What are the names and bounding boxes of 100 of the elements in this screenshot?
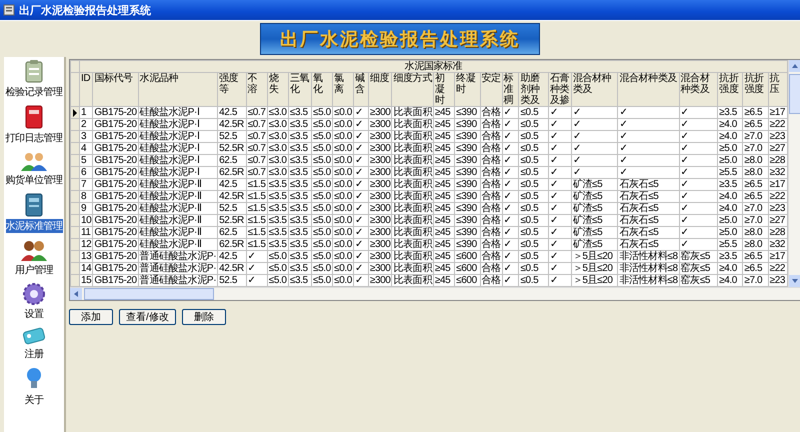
table-cell: 硅酸盐水泥P·Ⅱ xyxy=(138,202,218,214)
sidebar-item[interactable]: 打印日志管理 xyxy=(6,131,62,145)
table-cell: ≥4.0 xyxy=(718,202,743,214)
table-cell: ≤3.5 xyxy=(288,250,312,262)
table-cell: GB175-20 xyxy=(92,202,138,214)
column-header[interactable]: 终凝时 xyxy=(454,72,480,106)
column-header[interactable]: 细度 xyxy=(368,72,392,106)
people-icon[interactable] xyxy=(20,151,48,171)
table-cell: ✓ xyxy=(354,166,368,178)
table-cell: 石灰石≤5 xyxy=(618,202,680,214)
table-cell: ✓ xyxy=(502,190,519,202)
scroll-down-icon[interactable] xyxy=(789,275,800,287)
table-cell: ≥300 xyxy=(368,262,392,274)
sidebar-item[interactable]: 用户管理 xyxy=(15,263,53,277)
scroll-up-icon[interactable] xyxy=(789,60,800,72)
column-header[interactable]: 氯离 xyxy=(332,72,354,106)
table-cell: 硅酸盐水泥P·Ⅱ xyxy=(138,190,218,202)
column-header[interactable]: 混合材种类及 xyxy=(571,72,618,106)
table-cell: ≥45 xyxy=(433,214,455,226)
column-header[interactable]: 助磨剂种类及 xyxy=(518,72,548,106)
table-cell: ✓ xyxy=(502,154,519,166)
table-cell: ✓ xyxy=(618,154,680,166)
column-header[interactable]: 水泥品种 xyxy=(138,72,218,106)
column-header[interactable]: 混合材种类及 xyxy=(618,72,680,106)
table-cell: ✓ xyxy=(548,154,572,166)
action-button[interactable]: 删除 xyxy=(182,309,226,325)
action-button[interactable]: 添加 xyxy=(69,309,113,325)
table-cell: ＞5且≤20 xyxy=(571,250,618,262)
column-header[interactable]: 混合材种类及 xyxy=(679,72,718,106)
table-cell: ✓ xyxy=(502,106,519,118)
column-header[interactable]: 不溶 xyxy=(246,72,268,106)
table-cell: 12 xyxy=(80,238,93,250)
table-cell: ≤0.5 xyxy=(518,178,548,190)
horizontal-scrollbar[interactable] xyxy=(70,287,800,300)
table-cell: ✓ xyxy=(618,130,680,142)
scroll-thumb[interactable] xyxy=(789,74,800,114)
book-icon[interactable] xyxy=(25,105,43,129)
column-header[interactable]: 安定 xyxy=(480,72,502,106)
scroll-left-icon[interactable] xyxy=(70,288,82,300)
sidebar-item[interactable]: 购货单位管理 xyxy=(6,173,62,187)
table-cell: 7 xyxy=(80,178,93,190)
table-cell: ≤5.0 xyxy=(312,106,333,118)
table-cell: ✓ xyxy=(548,106,572,118)
table-cell: ✓ xyxy=(502,142,519,154)
table-cell: ≥45 xyxy=(433,166,455,178)
table-cell: ≥7.0 xyxy=(742,130,768,142)
table-cell: ✓ xyxy=(548,202,572,214)
column-header[interactable]: 细度方式 xyxy=(392,72,434,106)
vertical-scrollbar[interactable] xyxy=(788,60,800,287)
table-cell: ✓ xyxy=(502,166,519,178)
column-header[interactable]: 强度等 xyxy=(218,72,246,106)
column-header[interactable]: 国标代号 xyxy=(92,72,138,106)
lightbulb-icon[interactable] xyxy=(26,367,42,391)
column-header[interactable]: 氧化 xyxy=(312,72,333,106)
row-header[interactable] xyxy=(70,106,80,118)
table-cell: 非活性材料≤8 xyxy=(618,250,680,262)
table-cell: 合格 xyxy=(480,130,502,142)
table-cell: 比表面积 xyxy=(392,238,434,250)
table-cell: 窑灰≤5 xyxy=(679,250,718,262)
table-cell: ≤3.5 xyxy=(288,142,312,154)
table-cell: GB175-20 xyxy=(92,142,138,154)
column-header[interactable]: 石膏种类及掺 xyxy=(548,72,572,106)
table-cell: ≤0.5 xyxy=(518,238,548,250)
notebook-icon[interactable] xyxy=(24,193,44,217)
users-icon[interactable] xyxy=(20,239,48,261)
sidebar-item[interactable]: 设置 xyxy=(24,307,44,321)
action-button[interactable]: 查看/修改 xyxy=(119,309,176,325)
table-cell: 矿渣≤5 xyxy=(571,214,618,226)
sidebar-item[interactable]: 注册 xyxy=(24,347,44,361)
clipboard-icon[interactable] xyxy=(23,59,45,83)
table-cell: ✓ xyxy=(679,178,718,190)
table-cell: GB175-20 xyxy=(92,106,138,118)
table-cell: ✓ xyxy=(679,226,718,238)
column-header[interactable]: 抗折强度 xyxy=(742,72,768,106)
gear-icon[interactable] xyxy=(23,283,45,305)
sidebar-item[interactable]: 水泥标准管理 xyxy=(6,219,62,233)
column-header[interactable]: 烧失 xyxy=(267,72,288,106)
table-cell: ✓ xyxy=(502,178,519,190)
table-cell: ≤0.0 xyxy=(332,190,354,202)
tag-icon[interactable] xyxy=(22,327,46,345)
table-cell: ≤600 xyxy=(454,262,480,274)
table-cell: 62.5 xyxy=(218,226,246,238)
column-header[interactable]: 抗压 xyxy=(768,72,788,106)
column-header[interactable]: 标准稠 xyxy=(502,72,519,106)
sidebar-item[interactable]: 检验记录管理 xyxy=(6,85,62,99)
scroll-thumb[interactable] xyxy=(84,288,214,300)
column-header[interactable]: ID xyxy=(80,72,93,106)
table-cell: ≤0.7 xyxy=(246,106,268,118)
table-cell: ≤390 xyxy=(454,154,480,166)
sidebar-item[interactable]: 关于 xyxy=(24,393,44,407)
table-cell: ≤390 xyxy=(454,130,480,142)
table-cell: ≤390 xyxy=(454,202,480,214)
table-cell: ≥300 xyxy=(368,118,392,130)
table-cell: 硅酸盐水泥P·Ⅰ xyxy=(138,154,218,166)
column-header[interactable]: 碱含 xyxy=(354,72,368,106)
table-cell: ≥6.5 xyxy=(742,106,768,118)
column-header[interactable]: 初凝时 xyxy=(433,72,455,106)
table-cell: ≥3.5 xyxy=(718,250,743,262)
column-header[interactable]: 抗折强度 xyxy=(718,72,743,106)
column-header[interactable]: 三氧化 xyxy=(288,72,312,106)
